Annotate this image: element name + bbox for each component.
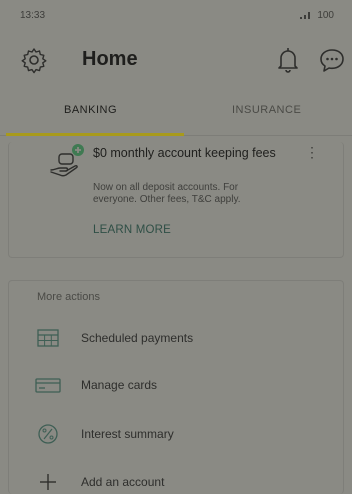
action-label: Scheduled payments (81, 331, 194, 345)
signal-icon (300, 12, 311, 19)
percent-icon (38, 424, 58, 444)
more-actions-card: More actions Scheduled payments Manage c… (8, 280, 344, 494)
action-label: Add an account (81, 475, 165, 489)
calendar-icon (37, 329, 59, 347)
action-scheduled-payments[interactable]: Scheduled payments (9, 321, 343, 357)
more-actions-label: More actions (37, 291, 100, 303)
page-title: Home (82, 48, 138, 70)
status-icons: 100 (299, 10, 334, 21)
learn-more-link[interactable]: LEARN MORE (93, 224, 171, 236)
action-manage-cards[interactable]: Manage cards (9, 368, 343, 404)
plus-icon (40, 474, 56, 490)
tab-bar: BANKING INSURANCE (0, 96, 352, 136)
promo-body: Now on all deposit accounts. For everyon… (93, 182, 241, 205)
chat-bubble-icon[interactable] (318, 47, 346, 73)
promo-title: $0 monthly account keeping fees (93, 146, 276, 160)
battery-level: 100 (317, 9, 334, 21)
action-add-account[interactable]: Add an account (9, 465, 343, 494)
settings-gear-icon[interactable] (20, 46, 48, 74)
piggy-bank-hand-icon (50, 144, 84, 177)
tab-insurance[interactable]: INSURANCE (232, 104, 301, 116)
action-label: Manage cards (81, 378, 158, 392)
more-options-icon[interactable]: ⋮ (305, 144, 319, 161)
action-label: Interest summary (81, 427, 174, 441)
status-bar: 13:33 100 (0, 0, 352, 30)
card-icon (35, 378, 61, 393)
status-time: 13:33 (20, 9, 46, 21)
promo-card: $0 monthly account keeping fees ⋮ Now on… (8, 142, 344, 258)
tab-active-indicator (6, 133, 184, 136)
notification-bell-icon[interactable] (276, 46, 300, 74)
action-interest-summary[interactable]: Interest summary (9, 417, 343, 453)
tab-banking[interactable]: BANKING (64, 104, 117, 116)
app-header: Home (0, 34, 352, 88)
